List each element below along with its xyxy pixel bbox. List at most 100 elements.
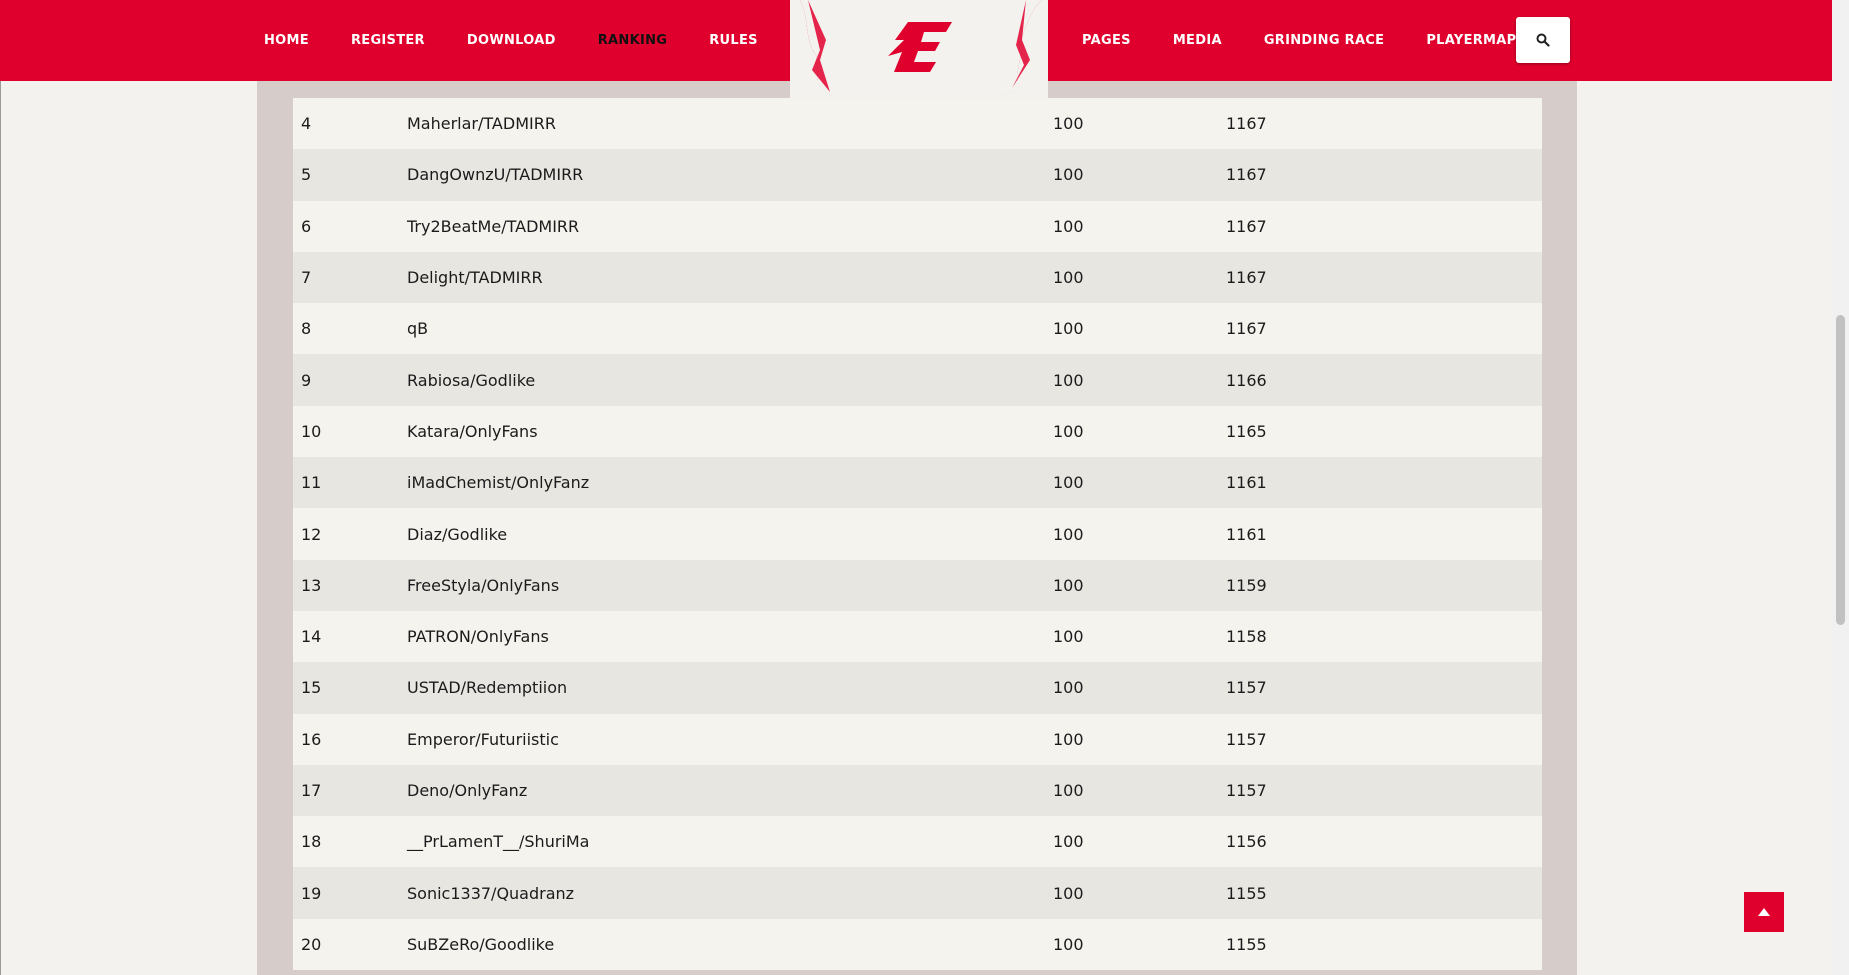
points-cell: 1158 — [1226, 627, 1267, 647]
level-cell: 100 — [1053, 883, 1084, 903]
level-cell: 100 — [1053, 165, 1084, 185]
level-cell: 100 — [1053, 473, 1084, 493]
points-cell: 1167 — [1226, 165, 1267, 185]
rank-cell: 4 — [301, 114, 312, 134]
table-row: 12 Diaz/Godlike 100 1161 — [293, 508, 1542, 560]
player-name-cell: Emperor/Futuriistic — [407, 729, 559, 749]
level-cell: 100 — [1053, 678, 1084, 698]
table-row: 20 SuBZeRo/Goodlike 100 1155 — [293, 918, 1542, 971]
rank-cell: 15 — [301, 678, 322, 698]
points-cell: 1167 — [1226, 114, 1267, 134]
nav-item-ranking[interactable]: RANKING — [598, 33, 668, 48]
rank-cell: 9 — [301, 370, 312, 390]
table-row: 9 Rabiosa/Godlike 100 1166 — [293, 354, 1542, 406]
level-cell: 100 — [1053, 421, 1084, 441]
player-name-cell: Rabiosa/Godlike — [407, 370, 536, 390]
table-row: 15 USTAD/Redemptiion 100 1157 — [293, 662, 1542, 714]
table-row: 4 Maherlar/TADMIRR 100 1167 — [293, 98, 1542, 150]
rank-cell: 5 — [301, 165, 312, 185]
level-cell: 100 — [1053, 370, 1084, 390]
points-cell: 1167 — [1226, 216, 1267, 236]
level-cell: 100 — [1053, 268, 1084, 288]
player-name-cell: qB — [407, 319, 429, 339]
points-cell: 1166 — [1226, 370, 1267, 390]
player-name-cell: FreeStyla/OnlyFans — [407, 575, 560, 595]
player-name-cell: Diaz/Godlike — [407, 524, 508, 544]
rank-cell: 10 — [301, 421, 322, 441]
player-name-cell: Try2BeatMe/TADMIRR — [407, 216, 580, 236]
page-scrollbar[interactable] — [1832, 0, 1849, 975]
player-name-cell: SuBZeRo/Goodlike — [407, 934, 555, 954]
nav-item-register[interactable]: REGISTER — [351, 33, 425, 48]
table-row: 13 FreeStyla/OnlyFans 100 1159 — [293, 559, 1542, 611]
table-row: 18 __PrLamenT__/ShuriMa 100 1156 — [293, 816, 1542, 868]
rank-cell: 13 — [301, 575, 322, 595]
level-cell: 100 — [1053, 524, 1084, 544]
rank-cell: 18 — [301, 832, 322, 852]
nav-left: HOME REGISTER DOWNLOAD RANKING RULES — [264, 0, 800, 81]
points-cell: 1157 — [1226, 678, 1267, 698]
nav-item-home[interactable]: HOME — [264, 33, 309, 48]
search-button[interactable] — [1516, 17, 1570, 63]
level-cell: 100 — [1053, 934, 1084, 954]
player-name-cell: USTAD/Redemptiion — [407, 678, 568, 698]
rank-cell: 7 — [301, 268, 312, 288]
player-name-cell: Delight/TADMIRR — [407, 268, 543, 288]
table-row: 5 DangOwnzU/TADMIRR 100 1167 — [293, 149, 1542, 201]
scrollbar-thumb[interactable] — [1836, 315, 1845, 625]
table-row: 10 Katara/OnlyFans 100 1165 — [293, 405, 1542, 458]
player-name-cell: __PrLamenT__/ShuriMa — [407, 832, 590, 852]
nav-item-rules[interactable]: RULES — [709, 33, 758, 48]
search-icon — [1536, 33, 1550, 47]
player-name-cell: DangOwnzU/TADMIRR — [407, 165, 584, 185]
points-cell: 1159 — [1226, 575, 1267, 595]
table-row: 8 qB 100 1167 — [293, 303, 1542, 355]
points-cell: 1155 — [1226, 883, 1267, 903]
table-row: 17 Deno/OnlyFanz 100 1157 — [293, 764, 1542, 817]
logo-e-icon — [790, 0, 1048, 100]
table-row: 19 Sonic1337/Quadranz 100 1155 — [293, 867, 1542, 919]
nav-item-grinding-race[interactable]: GRINDING RACE — [1264, 33, 1385, 48]
logo[interactable] — [790, 0, 1048, 100]
rank-cell: 17 — [301, 781, 322, 800]
player-name-cell: Maherlar/TADMIRR — [407, 114, 556, 134]
points-cell: 1165 — [1226, 421, 1267, 441]
table-row: 11 iMadChemist/OnlyFanz 100 1161 — [293, 457, 1542, 509]
table-row: 6 Try2BeatMe/TADMIRR 100 1167 — [293, 200, 1542, 252]
points-cell: 1156 — [1226, 832, 1267, 852]
page-edge — [0, 0, 1, 975]
level-cell: 100 — [1053, 729, 1084, 749]
level-cell: 100 — [1053, 575, 1084, 595]
level-cell: 100 — [1053, 627, 1084, 647]
level-cell: 100 — [1053, 114, 1084, 134]
rank-cell: 20 — [301, 934, 322, 954]
points-cell: 1161 — [1226, 473, 1267, 493]
nav-item-pages[interactable]: PAGES — [1082, 33, 1131, 48]
level-cell: 100 — [1053, 319, 1084, 339]
player-name-cell: Katara/OnlyFans — [407, 421, 538, 441]
ranking-panel: 4 Maherlar/TADMIRR 100 1167 5 DangOwnzU/TADMI… — [257, 80, 1577, 975]
points-cell: 1155 — [1226, 934, 1267, 954]
back-to-top-button[interactable] — [1744, 892, 1784, 932]
nav-item-download[interactable]: DOWNLOAD — [467, 33, 556, 48]
points-cell: 1157 — [1226, 729, 1267, 749]
points-cell: 1167 — [1226, 268, 1267, 288]
table-row: 14 PATRON/OnlyFans 100 1158 — [293, 610, 1542, 663]
nav-item-media[interactable]: MEDIA — [1173, 33, 1222, 48]
nav-item-playermap[interactable]: PLAYERMAP — [1426, 33, 1516, 48]
rank-cell: 11 — [301, 473, 322, 493]
player-name-cell: PATRON/OnlyFans — [407, 627, 549, 647]
rank-cell: 14 — [301, 627, 322, 647]
level-cell: 100 — [1053, 216, 1084, 236]
table-row: 16 Emperor/Futuriistic 100 1157 — [293, 713, 1542, 765]
arrow-up-icon — [1758, 908, 1770, 916]
level-cell: 100 — [1053, 832, 1084, 852]
level-cell: 100 — [1053, 781, 1084, 800]
player-name-cell: iMadChemist/OnlyFanz — [407, 473, 590, 493]
ranking-table: 4 Maherlar/TADMIRR 100 1167 5 DangOwnzU/TADMI… — [293, 98, 1542, 971]
points-cell: 1167 — [1226, 319, 1267, 339]
rank-cell: 12 — [301, 524, 322, 544]
table-row: 7 Delight/TADMIRR 100 1167 — [293, 251, 1542, 304]
nav-right: PAGES MEDIA GRINDING RACE PLAYERMAP — [1082, 0, 1559, 81]
rank-cell: 6 — [301, 216, 312, 236]
